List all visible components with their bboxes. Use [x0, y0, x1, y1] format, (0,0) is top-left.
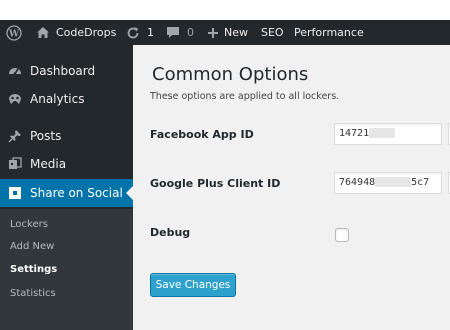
refresh-icon: [126, 26, 140, 40]
performance-menu[interactable]: Performance: [294, 20, 364, 45]
sidebar-item-posts[interactable]: Posts: [0, 122, 133, 150]
sidebar-item-media[interactable]: Media: [0, 150, 133, 178]
site-name-link[interactable]: CodeDrops: [36, 20, 116, 45]
plus-icon: [207, 27, 219, 39]
main-content: Common Options These options are applied…: [133, 45, 450, 330]
facebook-app-id-label: Facebook App ID: [150, 128, 254, 141]
submenu-item-settings[interactable]: Settings: [10, 264, 57, 276]
comment-bubble-icon: [166, 26, 180, 39]
facebook-app-id-input[interactable]: 14721: [334, 123, 442, 145]
comments-count: 0: [187, 26, 194, 39]
admin-bar: W CodeDrops 1 0 New SEO Performance: [0, 20, 450, 45]
google-client-id-value-end: 5c7: [411, 177, 430, 188]
debug-checkbox[interactable]: [335, 228, 349, 242]
seo-menu[interactable]: SEO: [261, 20, 284, 45]
share-on-social-submenu: Lockers Add New Settings Statistics: [0, 209, 133, 330]
new-label: New: [224, 26, 248, 39]
pushpin-icon: [8, 129, 22, 143]
sidebar-item-label: Media: [30, 157, 67, 171]
submenu-item-add-new[interactable]: Add New: [10, 241, 54, 253]
facebook-app-id-value: 14721: [339, 128, 370, 139]
submenu-item-statistics[interactable]: Statistics: [10, 288, 56, 300]
dashboard-icon: [8, 64, 22, 78]
updates-count: 1: [147, 26, 154, 39]
debug-label: Debug: [150, 226, 191, 239]
share-box-icon: [8, 186, 22, 200]
redacted-text: [369, 128, 396, 138]
submenu-item-lockers[interactable]: Lockers: [10, 219, 48, 231]
performance-label: Performance: [294, 26, 364, 39]
wordpress-logo-icon[interactable]: W: [6, 20, 22, 45]
google-plus-client-id-label: Google Plus Client ID: [150, 177, 281, 190]
site-name: CodeDrops: [56, 26, 117, 39]
home-icon: [36, 26, 50, 39]
seo-label: SEO: [261, 26, 284, 39]
sidebar-item-label: Analytics: [30, 92, 85, 106]
media-icon: [8, 157, 22, 171]
admin-sidebar: Dashboard Analytics Posts Media Share on…: [0, 45, 133, 330]
active-menu-arrow: [126, 186, 133, 200]
top-margin: [0, 0, 450, 20]
sidebar-item-analytics[interactable]: Analytics: [0, 85, 133, 113]
page-title: Common Options: [152, 64, 309, 85]
sidebar-item-dashboard[interactable]: Dashboard: [0, 57, 133, 85]
save-changes-button[interactable]: Save Changes: [150, 273, 236, 297]
sidebar-item-label: Posts: [30, 129, 62, 143]
redacted-text: [375, 177, 412, 187]
new-content-link[interactable]: New: [207, 20, 248, 45]
updates-link[interactable]: 1: [126, 20, 154, 45]
comments-link[interactable]: 0: [166, 20, 194, 45]
page-description: These options are applied to all lockers…: [150, 91, 340, 102]
google-plus-client-id-input[interactable]: 764948 5c7: [334, 172, 442, 194]
google-client-id-value-start: 764948: [339, 177, 376, 188]
sidebar-item-share-on-social[interactable]: Share on Social: [0, 179, 133, 207]
svg-text:W: W: [8, 29, 20, 39]
analytics-icon: [8, 92, 22, 106]
sidebar-item-label: Dashboard: [30, 64, 96, 78]
sidebar-item-label: Share on Social: [30, 186, 123, 200]
